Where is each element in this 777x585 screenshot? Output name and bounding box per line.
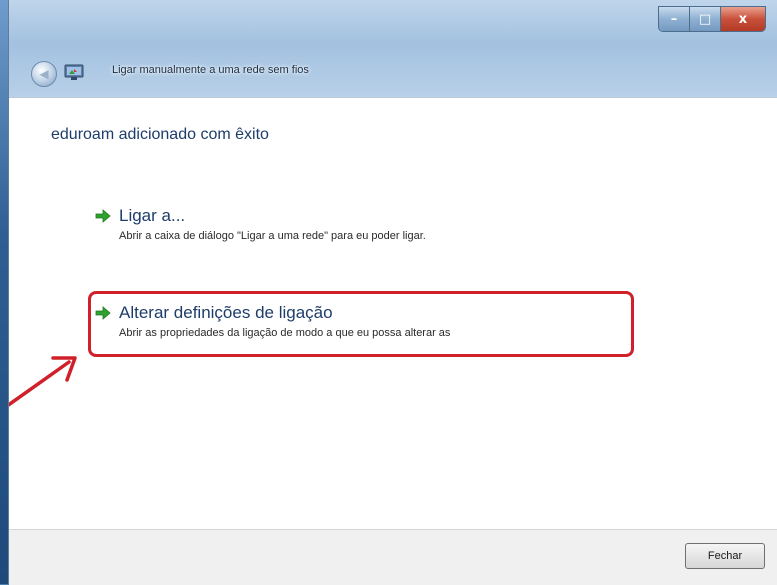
green-arrow-icon (95, 209, 111, 223)
close-window-button[interactable]: x (721, 7, 765, 31)
option-title[interactable]: Ligar a... (119, 206, 185, 226)
option-connect-to[interactable]: Ligar a... Abrir a caixa de diálogo "Lig… (95, 206, 655, 250)
success-heading: eduroam adicionado com êxito (51, 126, 269, 143)
option-description: Abrir as propriedades da ligação de modo… (119, 327, 451, 339)
dialog-footer: Fechar (9, 529, 777, 585)
minimize-button[interactable]: – (659, 7, 690, 31)
maximize-button[interactable]: □ (690, 7, 721, 31)
option-description: Abrir a caixa de diálogo "Ligar a uma re… (119, 230, 426, 242)
dialog-content: eduroam adicionado com êxito Ligar a... … (9, 97, 777, 529)
red-pointer-arrow-icon (9, 356, 77, 407)
green-arrow-icon (95, 306, 111, 320)
dialog-window: – □ x ◀ Ligar manualmente a uma rede sem… (8, 0, 777, 585)
caption-buttons: – □ x (658, 6, 766, 32)
window-title: Ligar manualmente a uma rede sem fios (112, 64, 309, 76)
back-arrow-icon[interactable]: ◀ (31, 61, 57, 87)
option-title[interactable]: Alterar definições de ligação (119, 303, 333, 323)
option-change-connection-settings[interactable]: Alterar definições de ligação Abrir as p… (95, 303, 655, 347)
close-button[interactable]: Fechar (685, 543, 765, 569)
wireless-network-icon (64, 64, 84, 80)
desktop-background (0, 0, 8, 584)
title-bar: – □ x ◀ Ligar manualmente a uma rede sem… (9, 0, 777, 96)
